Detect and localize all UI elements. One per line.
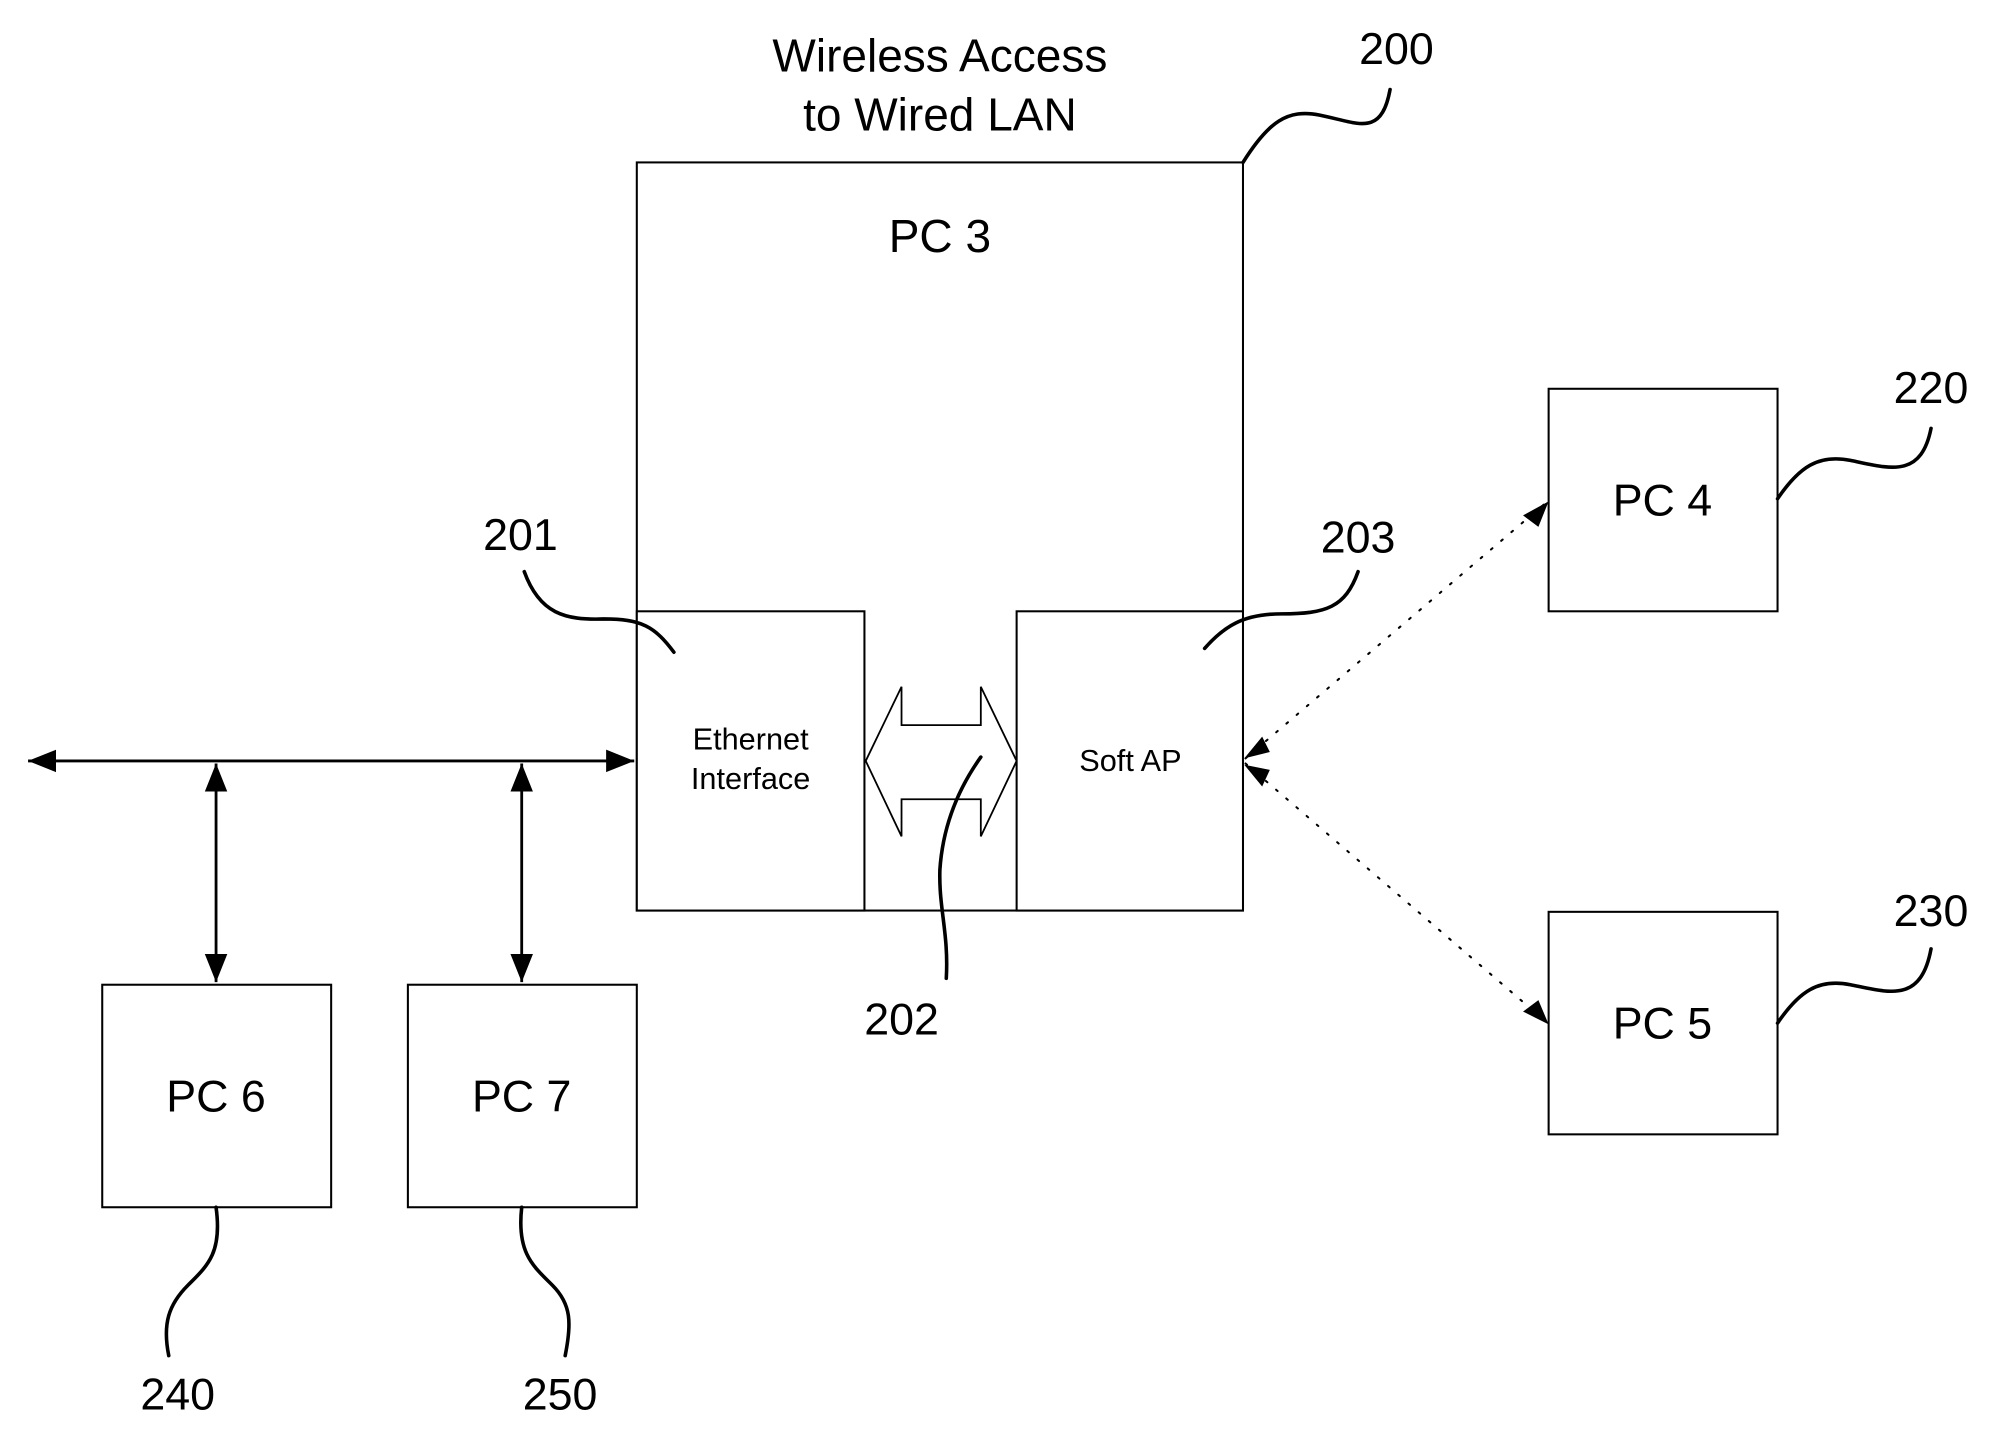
pc5-label: PC 5 [1613, 998, 1713, 1048]
network-diagram: Wireless Access to Wired LAN PC 3 Ethern… [28, 24, 1969, 1419]
leader-220 [1775, 426, 1933, 501]
ref-202: 202 [864, 995, 939, 1045]
ref-250: 250 [523, 1369, 598, 1419]
ethernet-interface-label-line2: Interface [691, 761, 810, 796]
leader-200 [1241, 87, 1392, 165]
wireless-arrowhead-pc5 [1523, 1000, 1549, 1025]
wireless-link-pc5 [1244, 762, 1548, 1023]
diagram-title-line2: to Wired LAN [803, 88, 1077, 140]
pc3-label: PC 3 [889, 210, 991, 262]
leader-250 [519, 1205, 571, 1358]
ref-220: 220 [1894, 363, 1969, 413]
ref-201: 201 [483, 510, 558, 560]
pc4-label: PC 4 [1613, 475, 1713, 525]
ethernet-interface-label-line1: Ethernet [693, 721, 809, 756]
leader-240 [164, 1205, 220, 1358]
wireless-arrowhead-softap-lower [1244, 764, 1270, 787]
pc5-box: PC 5 [1547, 910, 1779, 1136]
wireless-arrowhead-pc4 [1523, 501, 1549, 527]
ethernet-interface-box: Ethernet Interface [635, 610, 866, 912]
wireless-link-pc4 [1244, 501, 1548, 760]
soft-ap-box: Soft AP [1015, 610, 1245, 912]
pc4-box: PC 4 [1547, 387, 1779, 613]
pc6-label: PC 6 [166, 1071, 265, 1121]
leader-230 [1775, 947, 1933, 1025]
pc6-box: PC 6 [101, 983, 333, 1209]
ref-240: 240 [140, 1369, 215, 1419]
ref-200: 200 [1359, 24, 1434, 74]
diagram-title-line1: Wireless Access [772, 30, 1107, 82]
ref-203: 203 [1321, 512, 1396, 562]
soft-ap-label: Soft AP [1079, 743, 1181, 778]
pc7-label: PC 7 [472, 1071, 571, 1121]
pc7-box: PC 7 [406, 983, 638, 1209]
ref-230: 230 [1894, 886, 1969, 936]
